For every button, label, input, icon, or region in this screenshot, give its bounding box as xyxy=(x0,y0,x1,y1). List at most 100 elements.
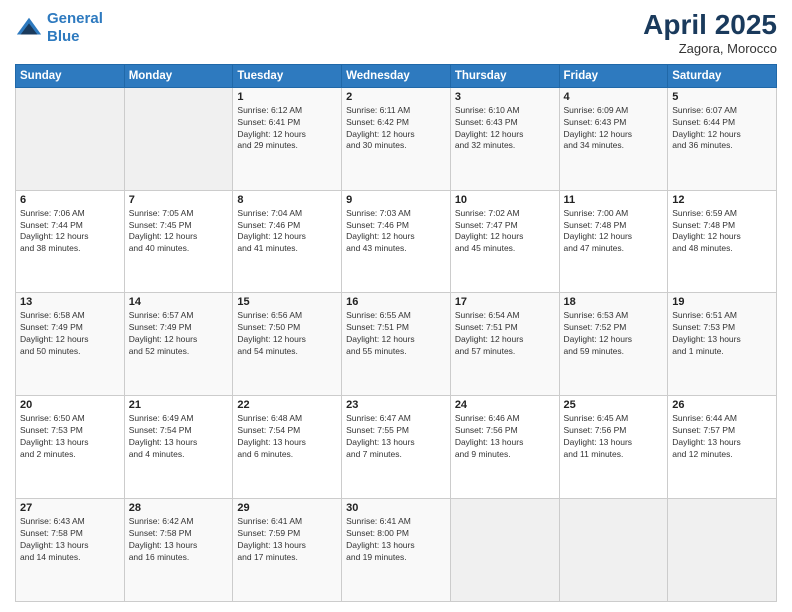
day-cell: 30 Sunrise: 6:41 AMSunset: 8:00 PMDayligh… xyxy=(342,499,451,602)
day-info: Sunrise: 6:07 AMSunset: 6:44 PMDaylight:… xyxy=(672,105,772,153)
day-info: Sunrise: 6:10 AMSunset: 6:43 PMDaylight:… xyxy=(455,105,555,153)
day-cell: 1Sunrise: 6:12 AMSunset: 6:41 PMDaylight… xyxy=(233,87,342,190)
week-row-5: 27 Sunrise: 6:43 AMSunset: 7:58 PMDayligh… xyxy=(16,499,777,602)
day-info: Sunrise: 6:41 AMSunset: 8:00 PMDaylight:… xyxy=(346,516,446,564)
day-cell: 21 Sunrise: 6:49 AMSunset: 7:54 PMDayligh… xyxy=(124,396,233,499)
day-number: 27 xyxy=(20,502,120,514)
day-number: 10 xyxy=(455,194,555,206)
day-cell: 24Sunrise: 6:46 AMSunset: 7:56 PMDayligh… xyxy=(450,396,559,499)
day-info: Sunrise: 6:41 AMSunset: 7:59 PMDaylight:… xyxy=(237,516,337,564)
day-cell: 14Sunrise: 6:57 AMSunset: 7:49 PMDayligh… xyxy=(124,293,233,396)
day-cell: 17 Sunrise: 6:54 AMSunset: 7:51 PMDayligh… xyxy=(450,293,559,396)
week-row-1: 1Sunrise: 6:12 AMSunset: 6:41 PMDaylight… xyxy=(16,87,777,190)
day-cell: 23 Sunrise: 6:47 AMSunset: 7:55 PMDayligh… xyxy=(342,396,451,499)
day-info: Sunrise: 6:45 AMSunset: 7:56 PMDaylight:… xyxy=(564,413,664,461)
day-number: 1 xyxy=(237,91,337,103)
day-info: Sunrise: 6:43 AMSunset: 7:58 PMDaylight:… xyxy=(20,516,120,564)
day-number: 23 xyxy=(346,399,446,411)
day-number: 30 xyxy=(346,502,446,514)
day-cell: 12Sunrise: 6:59 AMSunset: 7:48 PMDayligh… xyxy=(668,190,777,293)
calendar-header-row: Sunday Monday Tuesday Wednesday Thursday… xyxy=(16,64,777,87)
day-info: Sunrise: 6:49 AMSunset: 7:54 PMDaylight:… xyxy=(129,413,229,461)
day-cell: 15 Sunrise: 6:56 AMSunset: 7:50 PMDayligh… xyxy=(233,293,342,396)
day-info: Sunrise: 7:06 AMSunset: 7:44 PMDaylight:… xyxy=(20,208,120,256)
day-cell: 9Sunrise: 7:03 AMSunset: 7:46 PMDaylight… xyxy=(342,190,451,293)
day-cell: 27 Sunrise: 6:43 AMSunset: 7:58 PMDayligh… xyxy=(16,499,125,602)
day-number: 17 xyxy=(455,296,555,308)
month-title: April 2025 xyxy=(643,10,777,41)
calendar-table: Sunday Monday Tuesday Wednesday Thursday… xyxy=(15,64,777,602)
day-number: 7 xyxy=(129,194,229,206)
day-cell: 7 Sunrise: 7:05 AMSunset: 7:45 PMDaylight… xyxy=(124,190,233,293)
logo-icon xyxy=(15,14,43,42)
day-info: Sunrise: 6:56 AMSunset: 7:50 PMDaylight:… xyxy=(237,310,337,358)
day-number: 21 xyxy=(129,399,229,411)
col-wednesday: Wednesday xyxy=(342,64,451,87)
day-info: Sunrise: 6:59 AMSunset: 7:48 PMDaylight:… xyxy=(672,208,772,256)
day-number: 6 xyxy=(20,194,120,206)
week-row-4: 20 Sunrise: 6:50 AMSunset: 7:53 PMDayligh… xyxy=(16,396,777,499)
day-cell: 2Sunrise: 6:11 AMSunset: 6:42 PMDaylight… xyxy=(342,87,451,190)
day-info: Sunrise: 7:05 AMSunset: 7:45 PMDaylight:… xyxy=(129,208,229,256)
day-cell xyxy=(559,499,668,602)
day-cell: 10 Sunrise: 7:02 AMSunset: 7:47 PMDayligh… xyxy=(450,190,559,293)
day-number: 28 xyxy=(129,502,229,514)
day-cell: 3 Sunrise: 6:10 AMSunset: 6:43 PMDaylight… xyxy=(450,87,559,190)
week-row-3: 13Sunrise: 6:58 AMSunset: 7:49 PMDayligh… xyxy=(16,293,777,396)
day-number: 8 xyxy=(237,194,337,206)
day-number: 16 xyxy=(346,296,446,308)
day-cell xyxy=(450,499,559,602)
day-info: Sunrise: 7:04 AMSunset: 7:46 PMDaylight:… xyxy=(237,208,337,256)
week-row-2: 6 Sunrise: 7:06 AMSunset: 7:44 PMDaylight… xyxy=(16,190,777,293)
day-number: 13 xyxy=(20,296,120,308)
day-number: 4 xyxy=(564,91,664,103)
day-cell: 11 Sunrise: 7:00 AMSunset: 7:48 PMDayligh… xyxy=(559,190,668,293)
day-info: Sunrise: 7:02 AMSunset: 7:47 PMDaylight:… xyxy=(455,208,555,256)
col-saturday: Saturday xyxy=(668,64,777,87)
day-cell xyxy=(668,499,777,602)
day-info: Sunrise: 7:00 AMSunset: 7:48 PMDaylight:… xyxy=(564,208,664,256)
day-cell: 18 Sunrise: 6:53 AMSunset: 7:52 PMDayligh… xyxy=(559,293,668,396)
day-cell: 20 Sunrise: 6:50 AMSunset: 7:53 PMDayligh… xyxy=(16,396,125,499)
day-cell: 19 Sunrise: 6:51 AMSunset: 7:53 PMDayligh… xyxy=(668,293,777,396)
day-number: 29 xyxy=(237,502,337,514)
day-number: 26 xyxy=(672,399,772,411)
day-number: 11 xyxy=(564,194,664,206)
day-cell: 25 Sunrise: 6:45 AMSunset: 7:56 PMDayligh… xyxy=(559,396,668,499)
day-number: 5 xyxy=(672,91,772,103)
day-number: 22 xyxy=(237,399,337,411)
day-cell xyxy=(124,87,233,190)
day-cell: 29 Sunrise: 6:41 AMSunset: 7:59 PMDayligh… xyxy=(233,499,342,602)
day-cell: 22Sunrise: 6:48 AMSunset: 7:54 PMDayligh… xyxy=(233,396,342,499)
day-cell: 4Sunrise: 6:09 AMSunset: 6:43 PMDaylight… xyxy=(559,87,668,190)
day-info: Sunrise: 6:44 AMSunset: 7:57 PMDaylight:… xyxy=(672,413,772,461)
day-cell: 28 Sunrise: 6:42 AMSunset: 7:58 PMDayligh… xyxy=(124,499,233,602)
page: General Blue April 2025 Zagora, Morocco … xyxy=(0,0,792,612)
day-number: 18 xyxy=(564,296,664,308)
day-number: 3 xyxy=(455,91,555,103)
col-thursday: Thursday xyxy=(450,64,559,87)
day-info: Sunrise: 6:53 AMSunset: 7:52 PMDaylight:… xyxy=(564,310,664,358)
day-cell: 16 Sunrise: 6:55 AMSunset: 7:51 PMDayligh… xyxy=(342,293,451,396)
day-info: Sunrise: 6:47 AMSunset: 7:55 PMDaylight:… xyxy=(346,413,446,461)
day-info: Sunrise: 6:54 AMSunset: 7:51 PMDaylight:… xyxy=(455,310,555,358)
day-info: Sunrise: 6:51 AMSunset: 7:53 PMDaylight:… xyxy=(672,310,772,358)
day-number: 9 xyxy=(346,194,446,206)
col-sunday: Sunday xyxy=(16,64,125,87)
day-cell: 26 Sunrise: 6:44 AMSunset: 7:57 PMDayligh… xyxy=(668,396,777,499)
logo-text: General Blue xyxy=(47,10,103,46)
day-cell: 5 Sunrise: 6:07 AMSunset: 6:44 PMDaylight… xyxy=(668,87,777,190)
logo: General Blue xyxy=(15,10,103,46)
day-info: Sunrise: 6:42 AMSunset: 7:58 PMDaylight:… xyxy=(129,516,229,564)
col-friday: Friday xyxy=(559,64,668,87)
day-number: 15 xyxy=(237,296,337,308)
day-number: 20 xyxy=(20,399,120,411)
day-number: 19 xyxy=(672,296,772,308)
header: General Blue April 2025 Zagora, Morocco xyxy=(15,10,777,56)
day-info: Sunrise: 6:55 AMSunset: 7:51 PMDaylight:… xyxy=(346,310,446,358)
day-info: Sunrise: 6:46 AMSunset: 7:56 PMDaylight:… xyxy=(455,413,555,461)
location: Zagora, Morocco xyxy=(643,41,777,56)
title-block: April 2025 Zagora, Morocco xyxy=(643,10,777,56)
day-info: Sunrise: 6:50 AMSunset: 7:53 PMDaylight:… xyxy=(20,413,120,461)
day-number: 25 xyxy=(564,399,664,411)
